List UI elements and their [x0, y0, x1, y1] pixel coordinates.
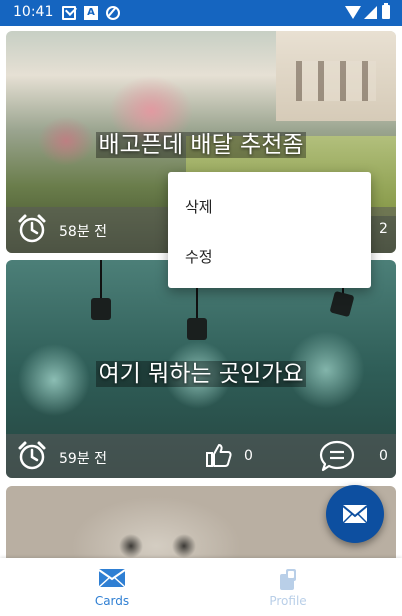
bulb-wire — [100, 260, 102, 300]
menu-item-delete[interactable]: 삭제 — [168, 184, 371, 228]
sync-notification-icon — [106, 6, 120, 20]
alarm-clock-icon — [18, 441, 46, 470]
nav-item-cards[interactable]: Cards — [42, 558, 182, 616]
battery-icon — [382, 3, 390, 19]
comment-icon[interactable] — [319, 439, 355, 473]
a-notification-icon: A — [84, 6, 98, 20]
post-caption: 배고픈데 배달 추천좀 — [96, 132, 306, 158]
post-time: 59분 전 — [59, 451, 108, 467]
menu-item-label: 삭제 — [185, 198, 213, 216]
profile-icon — [280, 569, 296, 590]
nav-label: Profile — [269, 594, 307, 608]
comment-count: 2 — [379, 221, 388, 237]
house-background — [276, 31, 396, 121]
menu-item-edit[interactable]: 수정 — [168, 234, 371, 278]
post-card[interactable]: 여기 뭐하는 곳인가요 59분 전 0 0 — [6, 260, 396, 478]
context-menu: 삭제 수정 — [168, 172, 371, 288]
post-time: 58분 전 — [59, 224, 108, 240]
nav-label: Cards — [94, 594, 130, 608]
bottom-navigation: Cards Profile — [0, 558, 402, 616]
mail-icon — [98, 569, 126, 588]
menu-item-label: 수정 — [185, 248, 213, 266]
bulb-cap — [329, 290, 355, 318]
post-footer: 59분 전 0 0 — [6, 434, 396, 478]
wifi-icon — [345, 6, 361, 19]
compose-fab-button[interactable] — [326, 485, 384, 543]
bulb-cap — [187, 318, 207, 340]
status-bar: 10:41 A — [0, 0, 402, 26]
like-count: 0 — [244, 448, 253, 464]
status-time: 10:41 — [13, 4, 54, 20]
mail-notification-icon — [62, 6, 76, 20]
bulb-cap — [91, 298, 111, 320]
thumbs-up-icon[interactable] — [205, 441, 233, 469]
alarm-clock-icon — [18, 214, 46, 243]
nav-item-profile[interactable]: Profile — [218, 558, 358, 616]
comment-count: 0 — [379, 448, 388, 464]
post-caption: 여기 뭐하는 곳인가요 — [96, 361, 306, 387]
signal-icon — [364, 6, 377, 19]
mail-icon — [342, 505, 368, 524]
